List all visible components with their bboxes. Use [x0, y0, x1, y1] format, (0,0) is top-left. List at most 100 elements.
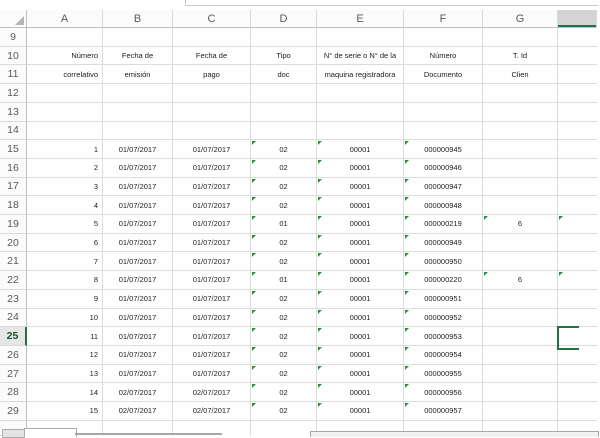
cell-A23[interactable]: 9	[27, 289, 103, 309]
cell-A18[interactable]: 4	[27, 196, 103, 216]
row-header-15[interactable]: 15	[0, 140, 27, 159]
cell-H14[interactable]	[558, 122, 597, 141]
cell-D23[interactable]: 02	[251, 289, 317, 309]
cell-A14[interactable]	[27, 121, 103, 141]
cell-H11[interactable]	[558, 65, 597, 85]
cell-A20[interactable]: 6	[27, 233, 103, 253]
cell-C28[interactable]: 02/07/2017	[173, 383, 251, 403]
cell-D19[interactable]: 01	[251, 215, 317, 234]
cell-F11[interactable]: Documento	[404, 65, 483, 85]
cell-C23[interactable]: 01/07/2017	[173, 289, 251, 309]
cell-B12[interactable]	[103, 84, 173, 103]
column-header-E[interactable]: E	[317, 10, 404, 28]
column-header-G[interactable]: G	[483, 10, 558, 28]
cell-G29[interactable]	[483, 402, 558, 421]
cell-B27[interactable]: 01/07/2017	[103, 364, 173, 384]
cell-D11[interactable]: doc	[251, 65, 317, 85]
cell-F10[interactable]: Número	[404, 46, 483, 66]
row-header-19[interactable]: 19	[0, 215, 27, 234]
row-header-23[interactable]: 23	[0, 289, 27, 309]
cell-F17[interactable]: 000000947	[404, 177, 483, 197]
row-header-9[interactable]: 9	[0, 28, 27, 47]
column-header-B[interactable]: B	[103, 10, 173, 28]
cell-E26[interactable]: 00001	[317, 345, 404, 365]
cell-A10[interactable]: Número	[27, 46, 103, 66]
cell-H18[interactable]	[558, 196, 597, 216]
cell-D10[interactable]: Tipo	[251, 46, 317, 66]
cell-D9[interactable]	[251, 28, 317, 47]
row-header-10[interactable]: 10	[0, 46, 27, 66]
cell-A22[interactable]: 8	[27, 271, 103, 290]
cell-G25[interactable]	[483, 327, 558, 346]
cell-E25[interactable]: 00001	[317, 327, 404, 346]
cell-G23[interactable]	[483, 289, 558, 309]
cell-F21[interactable]: 000000950	[404, 252, 483, 272]
cell-A28[interactable]: 14	[27, 383, 103, 403]
row-header-28[interactable]: 28	[0, 383, 27, 403]
cell-B17[interactable]: 01/07/2017	[103, 177, 173, 197]
cell-H19[interactable]	[558, 215, 597, 234]
cell-G13[interactable]	[483, 102, 558, 122]
cell-H25[interactable]	[557, 326, 597, 351]
cell-D13[interactable]	[251, 102, 317, 122]
cell-B22[interactable]: 01/07/2017	[103, 271, 173, 290]
cell-C26[interactable]: 01/07/2017	[173, 345, 251, 365]
cell-H27[interactable]	[558, 365, 597, 384]
cell-F14[interactable]	[404, 121, 483, 141]
row-header-25[interactable]: 25	[0, 327, 27, 346]
row-header-21[interactable]: 21	[0, 252, 27, 272]
cell-E10[interactable]: N° de serie o N° de la	[317, 46, 404, 66]
cell-A26[interactable]: 12	[27, 345, 103, 365]
cell-F26[interactable]: 000000954	[404, 345, 483, 365]
cell-H12[interactable]	[558, 84, 597, 103]
cell-C17[interactable]: 01/07/2017	[173, 177, 251, 197]
cell-G11[interactable]: Clien	[483, 65, 558, 85]
row-header-12[interactable]: 12	[0, 84, 27, 103]
cell-B13[interactable]	[103, 102, 173, 122]
cell-C22[interactable]: 01/07/2017	[173, 271, 251, 290]
cell-C13[interactable]	[173, 102, 251, 122]
cell-H17[interactable]	[558, 178, 597, 197]
cell-A25[interactable]: 11	[27, 327, 103, 346]
cell-D27[interactable]: 02	[251, 364, 317, 384]
cell-H29[interactable]	[558, 402, 597, 421]
cell-D26[interactable]: 02	[251, 345, 317, 365]
cell-H21[interactable]	[558, 252, 597, 272]
cell-B19[interactable]: 01/07/2017	[103, 215, 173, 234]
cell-A12[interactable]	[27, 84, 103, 103]
cell-G16[interactable]	[483, 158, 558, 178]
cell-B18[interactable]: 01/07/2017	[103, 196, 173, 216]
cell-G20[interactable]	[483, 233, 558, 253]
cell-C14[interactable]	[173, 121, 251, 141]
cell-F27[interactable]: 000000955	[404, 364, 483, 384]
cell-G14[interactable]	[483, 121, 558, 141]
cell-E29[interactable]: 00001	[317, 402, 404, 421]
cell-B14[interactable]	[103, 121, 173, 141]
cell-G24[interactable]	[483, 308, 558, 328]
cell-D18[interactable]: 02	[251, 196, 317, 216]
cell-B24[interactable]: 01/07/2017	[103, 308, 173, 328]
cell-C15[interactable]: 01/07/2017	[173, 140, 251, 159]
horizontal-scrollbar-fragment[interactable]	[310, 431, 599, 437]
row-header-16[interactable]: 16	[0, 158, 27, 178]
cell-G15[interactable]	[483, 140, 558, 159]
cell-G10[interactable]: T. Id	[483, 46, 558, 66]
cell-A24[interactable]: 10	[27, 308, 103, 328]
cell-D29[interactable]: 02	[251, 402, 317, 421]
cell-F13[interactable]	[404, 102, 483, 122]
cell-B26[interactable]: 01/07/2017	[103, 345, 173, 365]
cell-G27[interactable]	[483, 364, 558, 384]
cell-D12[interactable]	[251, 84, 317, 103]
cell-B20[interactable]: 01/07/2017	[103, 233, 173, 253]
cell-A19[interactable]: 5	[27, 215, 103, 234]
cell-F24[interactable]: 000000952	[404, 308, 483, 328]
cell-E27[interactable]: 00001	[317, 364, 404, 384]
cell-C10[interactable]: Fecha de	[173, 46, 251, 66]
cell-E24[interactable]: 00001	[317, 308, 404, 328]
cell-C19[interactable]: 01/07/2017	[173, 215, 251, 234]
row-header-17[interactable]: 17	[0, 177, 27, 197]
cell-D25[interactable]: 02	[251, 327, 317, 346]
cell-E22[interactable]: 00001	[317, 271, 404, 290]
cell-E21[interactable]: 00001	[317, 252, 404, 272]
cell-A16[interactable]: 2	[27, 158, 103, 178]
